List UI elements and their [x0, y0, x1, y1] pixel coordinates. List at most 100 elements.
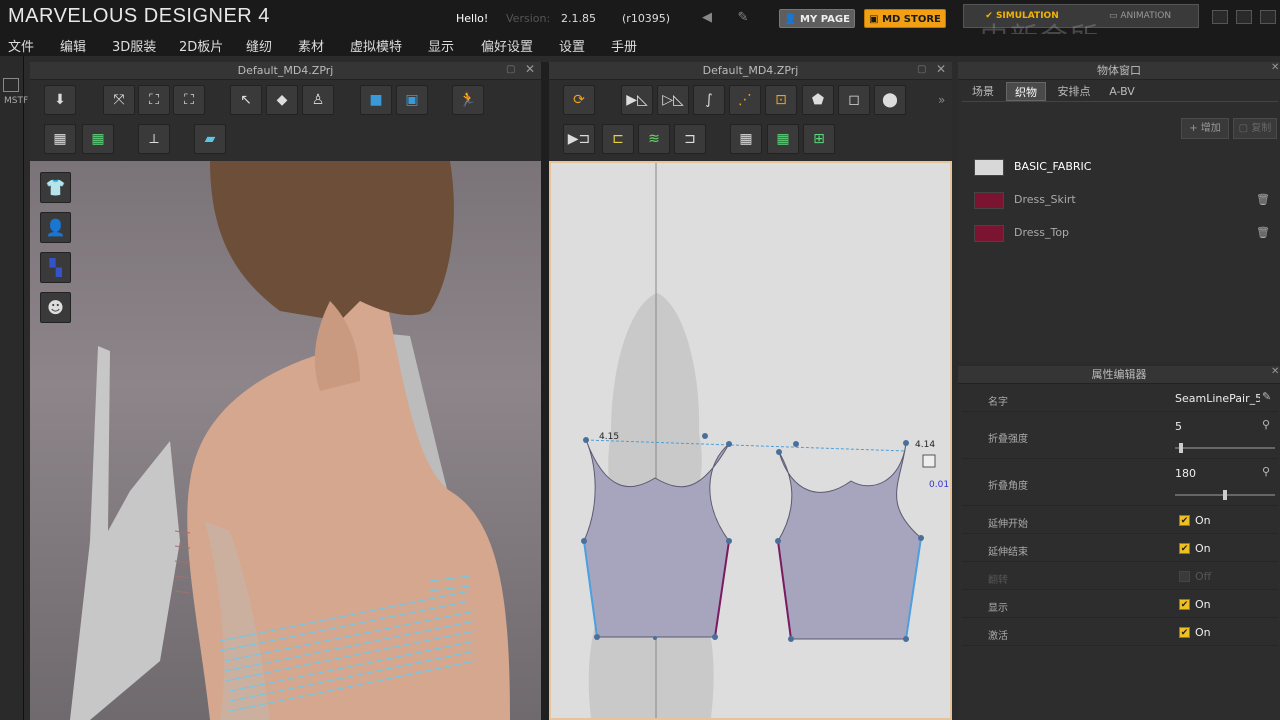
tshirt-icon[interactable]: 👕 [40, 172, 71, 203]
extend-end-checkbox[interactable]: ✔ [1179, 543, 1190, 554]
fabric-name: BASIC_FABRIC [1014, 160, 1092, 173]
avatar-icon[interactable]: 👤 [40, 212, 71, 243]
drop-arrow-icon[interactable]: ⬇ [44, 85, 76, 115]
select-move-icon[interactable]: ⤧ [103, 85, 135, 115]
panel-splitter[interactable] [541, 62, 549, 720]
close-icon[interactable]: ✕ [1271, 62, 1280, 76]
menu-edit[interactable]: 编辑 [60, 36, 86, 55]
garment-edit-icon[interactable]: ⛶ [173, 85, 205, 115]
garment-select-icon[interactable]: ⛶ [138, 85, 170, 115]
minimize-button[interactable] [1212, 10, 1228, 24]
fold-strength-slider[interactable] [1175, 447, 1275, 449]
close-icon[interactable]: ✕ [936, 62, 948, 76]
tab-arrangement[interactable]: 安排点 [1048, 82, 1100, 101]
my-page-button[interactable]: 👤 MY PAGE [779, 9, 855, 28]
fabric-row-top[interactable]: Dress_Top 🗑 [962, 218, 1278, 248]
copy-fabric-button[interactable]: ▢ 复制 [1233, 118, 1277, 139]
tack-icon[interactable]: ⊐ [674, 124, 706, 154]
ruler-icon[interactable]: ▰ [194, 124, 226, 154]
trash-icon[interactable]: 🗑 [1256, 193, 1270, 207]
select-texture-icon[interactable]: ▦ [730, 124, 762, 154]
pencil-icon[interactable]: ✎ [1262, 390, 1271, 403]
maximize-button[interactable] [1236, 10, 1252, 24]
image-icon[interactable] [3, 78, 19, 92]
fabric-swatch [974, 159, 1004, 176]
2d-pattern-viewport[interactable]: 4.15 4.14 0.01 [549, 161, 952, 720]
pin-tool-icon[interactable]: ↖ [230, 85, 262, 115]
close-icon[interactable]: ✕ [1271, 366, 1280, 380]
tools-icon[interactable]: ✎ [733, 10, 753, 26]
pin-icon[interactable]: ⚲ [1262, 465, 1270, 478]
pin-3d-icon[interactable]: ⟂ [138, 124, 170, 154]
run-icon[interactable]: 🏃 [452, 85, 484, 115]
close-icon[interactable]: ✕ [525, 62, 537, 76]
float-icon[interactable]: ▢ [917, 64, 929, 76]
fabric-row-basic[interactable]: BASIC_FABRIC [962, 152, 1278, 182]
tab-fabric[interactable]: 织物 [1006, 82, 1046, 101]
menu-settings[interactable]: 设置 [559, 36, 585, 55]
megaphone-icon[interactable]: ◀ [697, 10, 717, 26]
texture-edit-icon[interactable]: ⊞ [803, 124, 835, 154]
fabric-icon[interactable]: ▚ [40, 252, 71, 283]
close-button[interactable] [1260, 10, 1276, 24]
shirt-blue-icon[interactable]: ■ [360, 85, 392, 115]
menu-preferences[interactable]: 偏好设置 [481, 36, 533, 55]
jacket-blue-icon[interactable]: ▣ [396, 85, 428, 115]
add-fabric-button[interactable]: + 增加 [1181, 118, 1229, 139]
tab-abv[interactable]: A-BV [1102, 82, 1142, 101]
float-icon[interactable]: ▢ [506, 64, 518, 76]
view2d-header: Default_MD4.ZPrj [549, 62, 952, 80]
fold-strength-knob[interactable] [1178, 443, 1183, 453]
view3d-title: Default_MD4.ZPrj [237, 64, 334, 77]
transform-pattern-icon[interactable]: ▶◺ [621, 85, 653, 115]
curve-edit-icon[interactable]: ∫ [693, 85, 725, 115]
menu-display[interactable]: 显示 [428, 36, 454, 55]
menu-materials[interactable]: 素材 [298, 36, 324, 55]
seam-line-icon[interactable]: ≋ [638, 124, 670, 154]
add-point-icon[interactable]: ⋰ [729, 85, 761, 115]
fold-angle-knob[interactable] [1223, 490, 1227, 500]
menu-file[interactable]: 文件 [8, 36, 34, 55]
tab-scene[interactable]: 场景 [962, 82, 1004, 101]
trash-icon[interactable]: 🗑 [1256, 226, 1270, 240]
fold-angle-value[interactable]: 180 [1175, 467, 1196, 480]
display-checkbox[interactable]: ✔ [1179, 599, 1190, 610]
md-store-button[interactable]: ▣ MD STORE [864, 9, 946, 28]
fold-strength-value[interactable]: 5 [1175, 420, 1182, 433]
fabric-row-skirt[interactable]: Dress_Skirt 🗑 [962, 185, 1278, 215]
menu-avatar[interactable]: 虚拟模特 [350, 36, 402, 55]
prop-name-row: 名字 SeamLinePair_56 ✎ [962, 386, 1278, 412]
flip-checkbox [1179, 571, 1190, 582]
prop-name-value[interactable]: SeamLinePair_56 [1175, 392, 1260, 405]
head-icon[interactable]: ☻ [40, 292, 71, 323]
edit-pattern-icon[interactable]: ▷◺ [657, 85, 689, 115]
curve-point-icon[interactable]: ⊡ [765, 85, 797, 115]
extend-start-checkbox[interactable]: ✔ [1179, 515, 1190, 526]
pin-icon[interactable]: ⚲ [1262, 418, 1270, 431]
select-grid-icon[interactable]: ▦ [44, 124, 76, 154]
store-icon: ▣ [869, 14, 883, 25]
app-logo: MARVELOUS DESIGNER 4 [8, 5, 270, 27]
segment-sewing-icon[interactable]: ▶⊐ [563, 124, 595, 154]
refresh-icon[interactable]: ⟳ [563, 85, 595, 115]
free-sewing-icon[interactable]: ⊏ [602, 124, 634, 154]
tab-divider [962, 101, 1278, 102]
extend-start-value: On [1195, 514, 1211, 527]
texture-grid-icon[interactable]: ▦ [82, 124, 114, 154]
menu-2d-pattern[interactable]: 2D板片 [179, 36, 223, 55]
circle-icon[interactable]: ⬤ [874, 85, 906, 115]
polygon-icon[interactable]: ⬟ [802, 85, 834, 115]
avatar-arrange-icon[interactable]: ♙ [302, 85, 334, 115]
display-value: On [1195, 598, 1211, 611]
active-checkbox[interactable]: ✔ [1179, 627, 1190, 638]
texture-grid-icon[interactable]: ▦ [767, 124, 799, 154]
more-chevron-icon[interactable]: » [938, 93, 950, 107]
menu-sewing[interactable]: 缝纫 [246, 36, 272, 55]
menu-3d-garment[interactable]: 3D服装 [112, 36, 156, 55]
cursor-tool-icon [922, 454, 936, 468]
rectangle-icon[interactable]: ◻ [838, 85, 870, 115]
menu-manual[interactable]: 手册 [611, 36, 637, 55]
fold-tool-icon[interactable]: ◆ [266, 85, 298, 115]
3d-viewport[interactable] [30, 161, 541, 720]
measure-right: 4.14 [915, 440, 935, 450]
